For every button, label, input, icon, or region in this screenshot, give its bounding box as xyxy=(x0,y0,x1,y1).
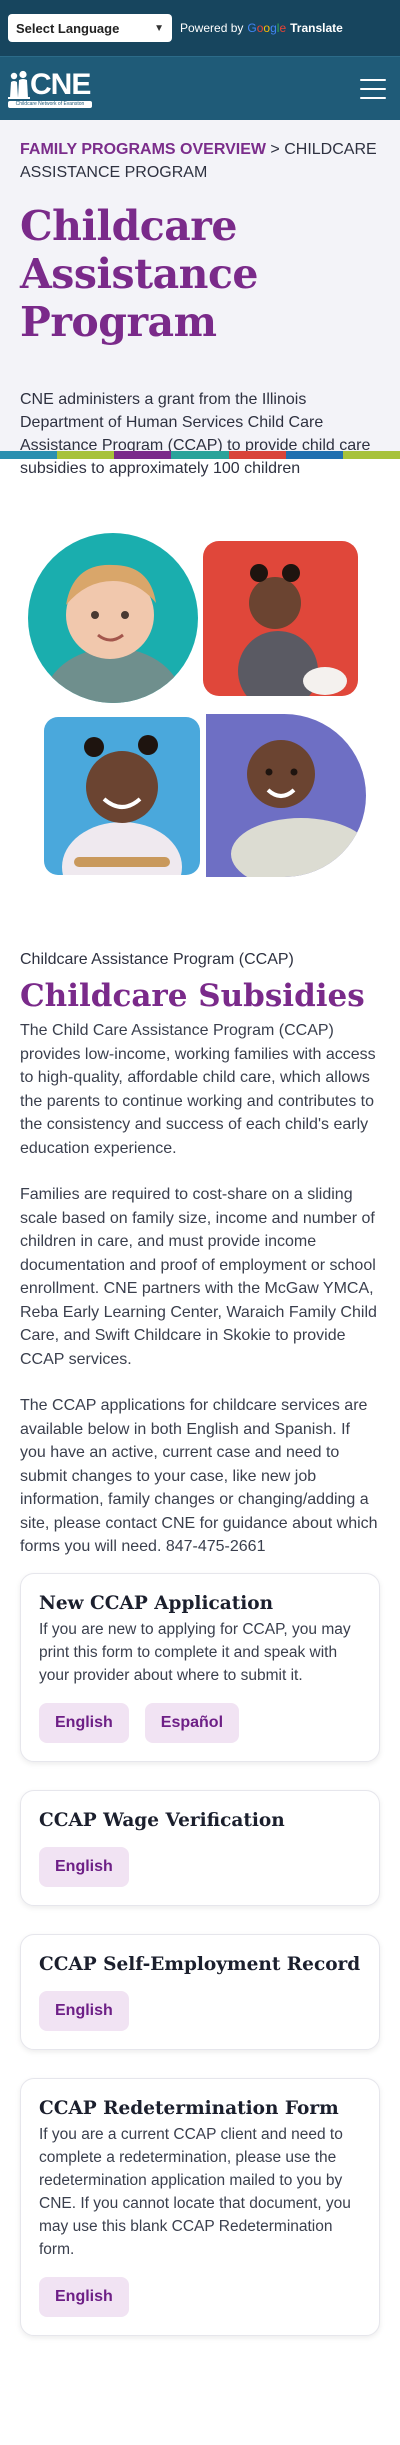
hero-section: FAMILY PROGRAMS OVERVIEW > CHILDCARE ASS… xyxy=(0,120,400,477)
stripe-segment xyxy=(57,451,115,459)
translate-bar: Select Language ▼ Powered by Google Tran… xyxy=(0,0,400,56)
site-header: CNE Childcare Network of Evanston xyxy=(0,56,400,120)
card-title: CCAP Wage Verification xyxy=(39,1809,285,1831)
card-title: CCAP Self-Employment Record xyxy=(39,1953,361,1975)
form-card-new-application: New CCAP Application If you are new to a… xyxy=(20,1572,380,1762)
translate-link[interactable]: Translate xyxy=(290,21,343,35)
child-photo-2 xyxy=(203,541,358,696)
stripe-segment xyxy=(285,451,343,459)
breadcrumb-separator: > xyxy=(265,141,285,158)
english-button[interactable]: English xyxy=(39,1702,129,1743)
form-card-self-employment: CCAP Self-Employment Record English xyxy=(20,1933,380,2050)
powered-by-text: Powered by xyxy=(180,21,244,35)
stripe-segment xyxy=(228,451,286,459)
color-stripe xyxy=(0,451,400,459)
google-letter: G xyxy=(247,21,257,35)
child-photo-1 xyxy=(28,533,198,703)
content-paragraph: Families are required to cost-share on a… xyxy=(20,1186,377,1368)
content-paragraph: The CCAP applications for childcare serv… xyxy=(20,1397,378,1555)
child-photo-3 xyxy=(44,717,200,875)
google-letter: e xyxy=(279,21,287,35)
content-paragraph: The Child Care Assistance Program (CCAP)… xyxy=(20,1022,376,1157)
page-title: Childcare Assistance Program xyxy=(20,202,259,346)
google-letter: g xyxy=(270,21,277,35)
hamburger-icon[interactable] xyxy=(360,78,386,99)
breadcrumb-link-family-programs[interactable]: FAMILY PROGRAMS OVERVIEW xyxy=(20,141,266,158)
espanol-button[interactable]: Español xyxy=(144,1702,240,1743)
child-photo-4 xyxy=(206,714,366,877)
card-text: If you are a current CCAP client and nee… xyxy=(39,2125,351,2258)
logo-text: CNE xyxy=(30,67,91,101)
card-title: CCAP Redetermination Form xyxy=(39,2097,339,2119)
form-card-wage-verification: CCAP Wage Verification English xyxy=(20,1789,380,1906)
card-title: New CCAP Application xyxy=(39,1592,274,1614)
section-eyebrow: Childcare Assistance Program (CCAP) xyxy=(20,951,294,968)
logo-tagline: Childcare Network of Evanston xyxy=(8,100,92,108)
photo-collage xyxy=(0,459,400,949)
stripe-segment xyxy=(114,451,172,459)
english-button[interactable]: English xyxy=(39,2276,129,2317)
stripe-segment xyxy=(342,451,400,459)
stripe-segment xyxy=(171,451,229,459)
page-bottom-spacer xyxy=(0,2336,400,2396)
breadcrumb: FAMILY PROGRAMS OVERVIEW > CHILDCARE ASS… xyxy=(20,138,380,184)
stripe-segment xyxy=(0,451,58,459)
english-button[interactable]: English xyxy=(39,1846,129,1887)
google-logo: Google xyxy=(247,21,286,35)
family-figure-icon xyxy=(8,70,30,99)
language-select[interactable]: Select Language ▼ xyxy=(8,14,172,42)
chevron-down-icon: ▼ xyxy=(154,22,164,34)
powered-by-google: Powered by Google Translate xyxy=(180,21,343,35)
english-button[interactable]: English xyxy=(39,1990,129,2031)
content-section: Childcare Assistance Program (CCAP) Chil… xyxy=(0,949,400,1559)
form-card-redetermination: CCAP Redetermination Form If you are a c… xyxy=(20,2077,380,2336)
cne-logo[interactable]: CNE Childcare Network of Evanston xyxy=(8,67,92,108)
language-select-label: Select Language xyxy=(16,20,120,36)
section-title: Childcare Subsidies xyxy=(20,978,365,1014)
card-text: If you are new to applying for CCAP, you… xyxy=(39,1620,351,1684)
